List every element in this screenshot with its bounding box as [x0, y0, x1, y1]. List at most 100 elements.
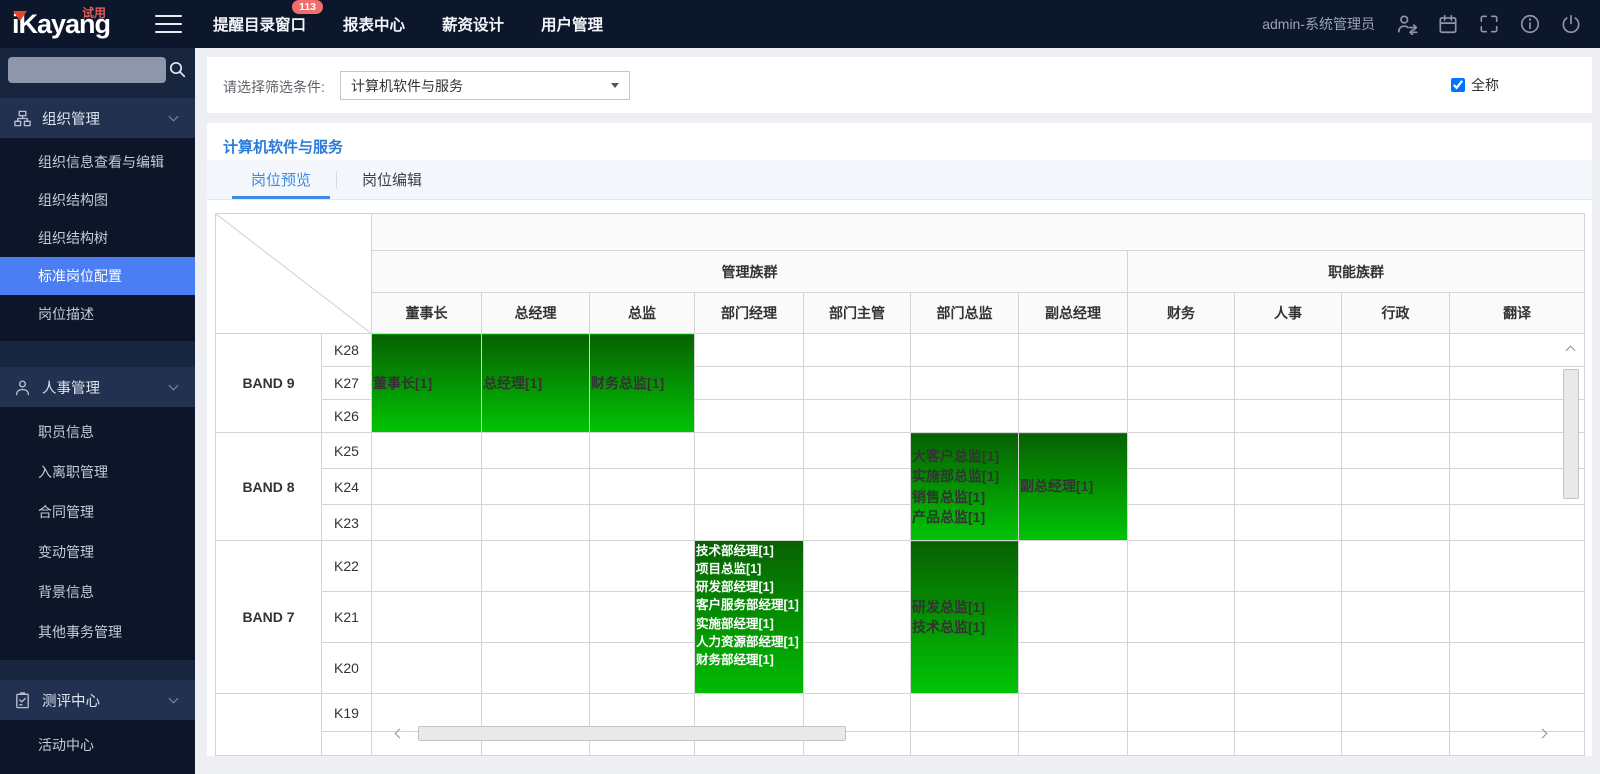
reminder-count-badge: 113 — [291, 0, 324, 15]
app-logo[interactable]: iKayang 试用 — [12, 3, 152, 47]
trial-badge: 试用 — [82, 4, 106, 21]
k-row-k23: K23 — [216, 505, 1585, 541]
sidebar-item-org-info[interactable]: 组织信息查看与编辑 — [0, 143, 195, 181]
sidebar-item-other-affairs[interactable]: 其他事务管理 — [0, 612, 195, 652]
sidebar: 组织管理 组织信息查看与编辑 组织结构图 组织结构树 标准岗位配置 岗位描述 人… — [0, 48, 195, 774]
search-icon[interactable] — [168, 60, 187, 84]
page-title: 计算机软件与服务 — [223, 136, 343, 157]
col-dept-supervisor: 部门主管 — [804, 293, 911, 334]
band-label-8: BAND 8 — [216, 433, 322, 541]
green-cell-band9-general-manager[interactable]: 总经理[1] — [482, 334, 590, 433]
header-empty-band — [372, 214, 1585, 251]
sidebar-item-personal-assessment[interactable]: 个人评估活动 — [0, 765, 195, 774]
corner-cell — [216, 214, 372, 334]
sidebar-item-onboarding[interactable]: 入离职管理 — [0, 452, 195, 492]
submenu-org: 组织信息查看与编辑 组织结构图 组织结构树 标准岗位配置 岗位描述 — [0, 138, 195, 341]
calendar-icon[interactable] — [1437, 13, 1459, 35]
sidebar-group-hr[interactable]: 人事管理 — [0, 367, 195, 407]
sidebar-group-assessment[interactable]: 测评中心 — [0, 680, 195, 720]
org-chart-icon — [13, 109, 32, 128]
horizontal-scrollbar-thumb[interactable] — [418, 726, 846, 741]
group-label: 组织管理 — [42, 108, 100, 129]
user-switch-icon[interactable] — [1396, 13, 1418, 35]
green-cell-band8-deputy-gm[interactable]: 副总经理[1] — [1019, 433, 1128, 541]
sidebar-item-org-chart[interactable]: 组织结构图 — [0, 181, 195, 219]
fullname-option: 全称 — [1451, 75, 1499, 95]
sidebar-item-employee-info[interactable]: 职员信息 — [0, 412, 195, 452]
scroll-left-icon[interactable] — [395, 729, 405, 739]
clipboard-check-icon — [13, 691, 32, 710]
green-cell-band9-director[interactable]: 财务总监[1] — [590, 334, 695, 433]
tabs-bar: 岗位预览 岗位编辑 — [207, 160, 1592, 200]
person-icon — [13, 378, 32, 397]
nav-item-salary-design[interactable]: 薪资设计 — [442, 13, 504, 35]
k-level: K24 — [322, 469, 372, 505]
k-level: K23 — [322, 505, 372, 541]
col-dept-director: 部门总监 — [911, 293, 1019, 334]
col-general-manager: 总经理 — [482, 293, 590, 334]
sidebar-group-org[interactable]: 组织管理 — [0, 98, 195, 138]
chevron-down-icon — [169, 381, 179, 391]
nav-item-user-management[interactable]: 用户管理 — [541, 13, 603, 35]
search-input[interactable] — [8, 57, 166, 83]
chevron-down-icon — [169, 112, 179, 122]
header-row-top — [216, 214, 1585, 251]
green-cell-band7-dept-director[interactable]: 研发总监[1]技术总监[1] — [911, 541, 1019, 694]
navbar-right: admin-系统管理员 — [1262, 0, 1582, 48]
industry-select-value: 计算机软件与服务 — [351, 76, 611, 96]
col-admin: 行政 — [1342, 293, 1450, 334]
k-row-k25: BAND 8 K25 大客户总监[1]实施部总监[1]销售总监[1]产品总监[1… — [216, 433, 1585, 469]
group-label: 人事管理 — [42, 377, 100, 398]
sidebar-item-position-description[interactable]: 岗位描述 — [0, 295, 195, 333]
k-level: K19 — [322, 694, 372, 732]
k-level: K21 — [322, 592, 372, 643]
green-cell-band9-chairman[interactable]: 董事长[1] — [372, 334, 482, 433]
tab-position-edit[interactable]: 岗位编辑 — [343, 160, 441, 199]
sidebar-item-contract[interactable]: 合同管理 — [0, 492, 195, 532]
band-label-partial — [216, 694, 322, 756]
chevron-down-icon — [169, 694, 179, 704]
horizontal-scrollbar — [396, 726, 1546, 742]
menu-toggle-icon[interactable] — [155, 15, 182, 33]
content-panel: 计算机软件与服务 岗位预览 岗位编辑 管理族群 — [207, 123, 1592, 756]
nav-item-reminder[interactable]: 提醒目录窗口 113 — [213, 13, 306, 35]
tab-position-preview[interactable]: 岗位预览 — [232, 160, 330, 199]
fullscreen-icon[interactable] — [1478, 13, 1500, 35]
nav-item-reports[interactable]: 报表中心 — [343, 13, 405, 35]
filter-label: 请选择筛选条件: — [223, 77, 325, 97]
col-hr: 人事 — [1235, 293, 1342, 334]
k-row-k21: K21 — [216, 592, 1585, 643]
industry-select[interactable]: 计算机软件与服务 — [340, 71, 630, 100]
group-header-management: 管理族群 — [372, 251, 1128, 293]
vertical-scrollbar — [1563, 347, 1580, 707]
header-row-groups: 管理族群 职能族群 — [216, 251, 1585, 293]
top-navbar: iKayang 试用 提醒目录窗口 113 报表中心 薪资设计 用户管理 adm… — [0, 0, 1600, 48]
sidebar-item-org-tree[interactable]: 组织结构树 — [0, 219, 195, 257]
k-level: K28 — [322, 334, 372, 367]
vertical-scrollbar-thumb[interactable] — [1563, 369, 1579, 499]
scroll-right-icon[interactable] — [1538, 729, 1548, 739]
fullname-checkbox[interactable] — [1451, 78, 1465, 92]
submenu-hr: 职员信息 入离职管理 合同管理 变动管理 背景信息 其他事务管理 — [0, 407, 195, 660]
group-label: 测评中心 — [42, 690, 100, 711]
sidebar-item-change-management[interactable]: 变动管理 — [0, 532, 195, 572]
power-icon[interactable] — [1560, 13, 1582, 35]
submenu-assessment: 活动中心 个人评估活动 — [0, 720, 195, 774]
position-matrix: 管理族群 职能族群 董事长 总经理 总监 部门经理 部门主管 部门总监 副总经理… — [215, 213, 1592, 756]
help-icon[interactable] — [1519, 13, 1541, 35]
green-cell-band7-dept-manager[interactable]: 技术部经理[1]项目总监[1]研发部经理[1]客户服务部经理[1]实施部经理[1… — [695, 541, 804, 694]
fullname-checkbox-label: 全称 — [1471, 75, 1499, 95]
green-cell-band8-dept-director[interactable]: 大客户总监[1]实施部总监[1]销售总监[1]产品总监[1] — [911, 433, 1019, 541]
scroll-up-icon[interactable] — [1566, 346, 1576, 356]
band-label-9: BAND 9 — [216, 334, 322, 433]
col-director: 总监 — [590, 293, 695, 334]
k-level: K25 — [322, 433, 372, 469]
k-row-k22: BAND 7 K22 技术部经理[1]项目总监[1]研发部经理[1]客户服务部经… — [216, 541, 1585, 592]
k-row-k24: K24 — [216, 469, 1585, 505]
sidebar-item-activity-center[interactable]: 活动中心 — [0, 725, 195, 765]
select-arrow-icon — [611, 83, 619, 88]
k-row-k20: K20 — [216, 643, 1585, 694]
sidebar-item-standard-position[interactable]: 标准岗位配置 — [0, 257, 195, 295]
sidebar-item-background-info[interactable]: 背景信息 — [0, 572, 195, 612]
k-level: K27 — [322, 367, 372, 400]
